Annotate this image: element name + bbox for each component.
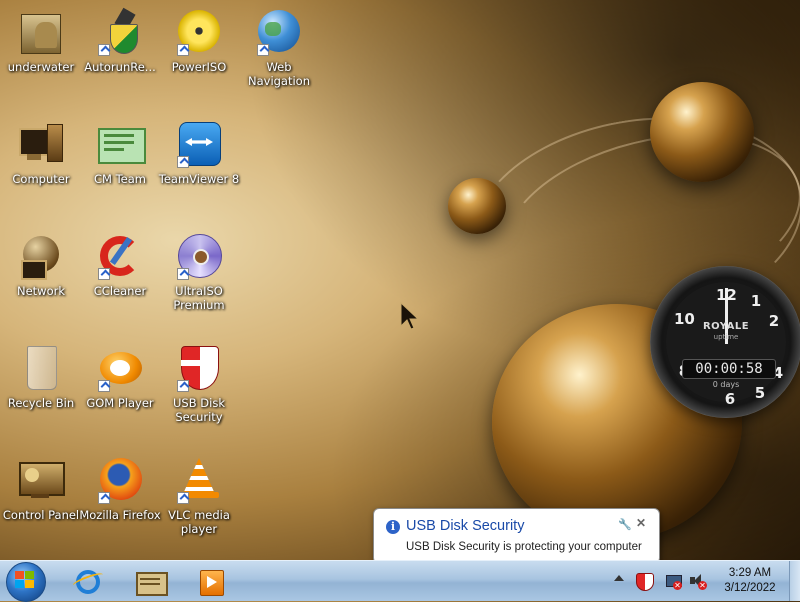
uptime-timer: 00:00:58 — [682, 359, 776, 379]
desktop-icon-web-navigation[interactable]: Web Navigation — [238, 8, 320, 88]
icon-label: USB Disk Security — [173, 396, 225, 424]
icon-label: Mozilla Firefox — [79, 508, 161, 522]
shortcut-arrow-icon — [98, 492, 110, 504]
taskbar-internet-explorer[interactable] — [68, 564, 108, 598]
clock-gadget[interactable]: 12 1 2 3 4 5 6 7 8 9 10 11 ROYALE uptime… — [650, 266, 800, 418]
taskbar-clock[interactable]: 3:29 AM 3/12/2022 — [712, 566, 788, 596]
shortcut-arrow-icon — [177, 268, 189, 280]
shortcut-arrow-icon — [98, 268, 110, 280]
desktop-icon-control-panel[interactable]: Control Panel — [0, 456, 82, 522]
shortcut-arrow-icon — [177, 44, 189, 56]
desktop-icon-recycle-bin[interactable]: Recycle Bin — [0, 344, 82, 410]
icon-label: underwater — [7, 60, 75, 74]
pin-icon[interactable]: 🔧 — [618, 518, 632, 531]
desktop-icon-cm-team[interactable]: CM Team — [79, 120, 161, 186]
desktop-icon-computer[interactable]: Computer — [0, 120, 82, 186]
taskbar-media-player[interactable] — [192, 564, 232, 598]
system-tray: ✕ ✕ — [610, 561, 710, 601]
disc-icon — [175, 232, 223, 280]
notification-balloon[interactable]: i USB Disk Security USB Disk Security is… — [373, 508, 660, 574]
disc-icon — [175, 8, 223, 56]
vlc-cone-icon — [175, 456, 223, 504]
desktop-icon-usb-disk-security[interactable]: USB Disk Security — [158, 344, 240, 424]
globe-icon — [255, 8, 303, 56]
desktop-icon-network[interactable]: Network — [0, 232, 82, 298]
desktop-icon-vlc[interactable]: VLC media player — [158, 456, 240, 536]
shortcut-arrow-icon — [177, 156, 189, 168]
taskbar: ✕ ✕ 3:29 AM 3/12/2022 — [0, 560, 800, 602]
notification-message: USB Disk Security is protecting your com… — [406, 541, 642, 553]
mouse-cursor-icon — [400, 302, 420, 330]
control-panel-icon — [17, 456, 65, 504]
desktop-icon-underwater[interactable]: underwater — [0, 8, 82, 74]
shortcut-arrow-icon — [177, 492, 189, 504]
desktop-icon-teamviewer[interactable]: TeamViewer 8 — [158, 120, 240, 186]
icon-label: VLC media player — [168, 508, 230, 536]
ccleaner-icon — [96, 232, 144, 280]
network-status-icon[interactable]: ✕ — [666, 573, 682, 590]
shortcut-arrow-icon — [98, 44, 110, 56]
desktop-icon-gom-player[interactable]: GOM Player — [79, 344, 161, 410]
icon-label: Network — [16, 284, 66, 298]
wallpaper-sphere — [448, 178, 506, 234]
info-icon: i — [386, 520, 400, 534]
desktop-icon-ccleaner[interactable]: CCleaner — [79, 232, 161, 298]
icon-label: CCleaner — [93, 284, 147, 298]
icon-label: AutorunRe... — [84, 60, 156, 74]
firefox-icon — [96, 456, 144, 504]
clock-time: 3:29 AM — [728, 567, 772, 579]
volume-muted-icon[interactable]: ✕ — [690, 573, 707, 590]
clock-number: 6 — [724, 390, 736, 408]
icon-label: GOM Player — [86, 396, 154, 410]
uptime-days: 0 days — [712, 380, 740, 389]
clock-subtitle: uptime — [713, 333, 739, 341]
certificate-icon — [96, 120, 146, 168]
network-icon — [17, 232, 65, 280]
shield-icon — [175, 344, 223, 392]
clock-date: 3/12/2022 — [724, 582, 776, 594]
usb-shield-icon — [96, 7, 144, 56]
desktop-icon-autorunre[interactable]: AutorunRe... — [79, 7, 161, 74]
shortcut-arrow-icon — [257, 44, 269, 56]
icon-label: PowerISO — [171, 60, 227, 74]
clock-brand: ROYALE — [702, 321, 750, 332]
start-button[interactable] — [2, 561, 54, 602]
folder-icon — [17, 8, 65, 56]
desktop-icon-poweriso[interactable]: PowerISO — [158, 8, 240, 74]
icon-label: CM Team — [93, 172, 146, 186]
computer-icon — [17, 120, 65, 168]
shortcut-arrow-icon — [98, 380, 110, 392]
wallpaper-sphere — [650, 82, 754, 182]
taskbar-cm-team[interactable] — [130, 564, 170, 598]
desktop-icon-ultraiso[interactable]: UltraISO Premium — [158, 232, 240, 312]
teamviewer-icon — [175, 120, 223, 168]
icon-label: Recycle Bin — [7, 396, 75, 410]
icon-label: Computer — [12, 172, 70, 186]
icon-label: UltraISO Premium — [173, 284, 225, 312]
close-button[interactable]: ✕ — [636, 516, 646, 530]
show-hidden-icons-button[interactable] — [614, 575, 624, 581]
icon-label: TeamViewer 8 — [158, 172, 240, 186]
icon-label: Control Panel — [2, 508, 80, 522]
show-desktop-button[interactable] — [789, 561, 800, 601]
windows-logo-icon — [15, 571, 35, 589]
shortcut-arrow-icon — [177, 380, 189, 392]
gom-player-icon — [96, 344, 144, 392]
usb-disk-security-tray-icon[interactable] — [636, 573, 654, 591]
desktop-icon-mozilla-firefox[interactable]: Mozilla Firefox — [79, 456, 161, 522]
notification-title: USB Disk Security — [406, 518, 525, 534]
icon-label: Web Navigation — [247, 60, 311, 88]
recycle-bin-icon — [17, 344, 65, 392]
clock-number: 1 — [750, 292, 762, 310]
